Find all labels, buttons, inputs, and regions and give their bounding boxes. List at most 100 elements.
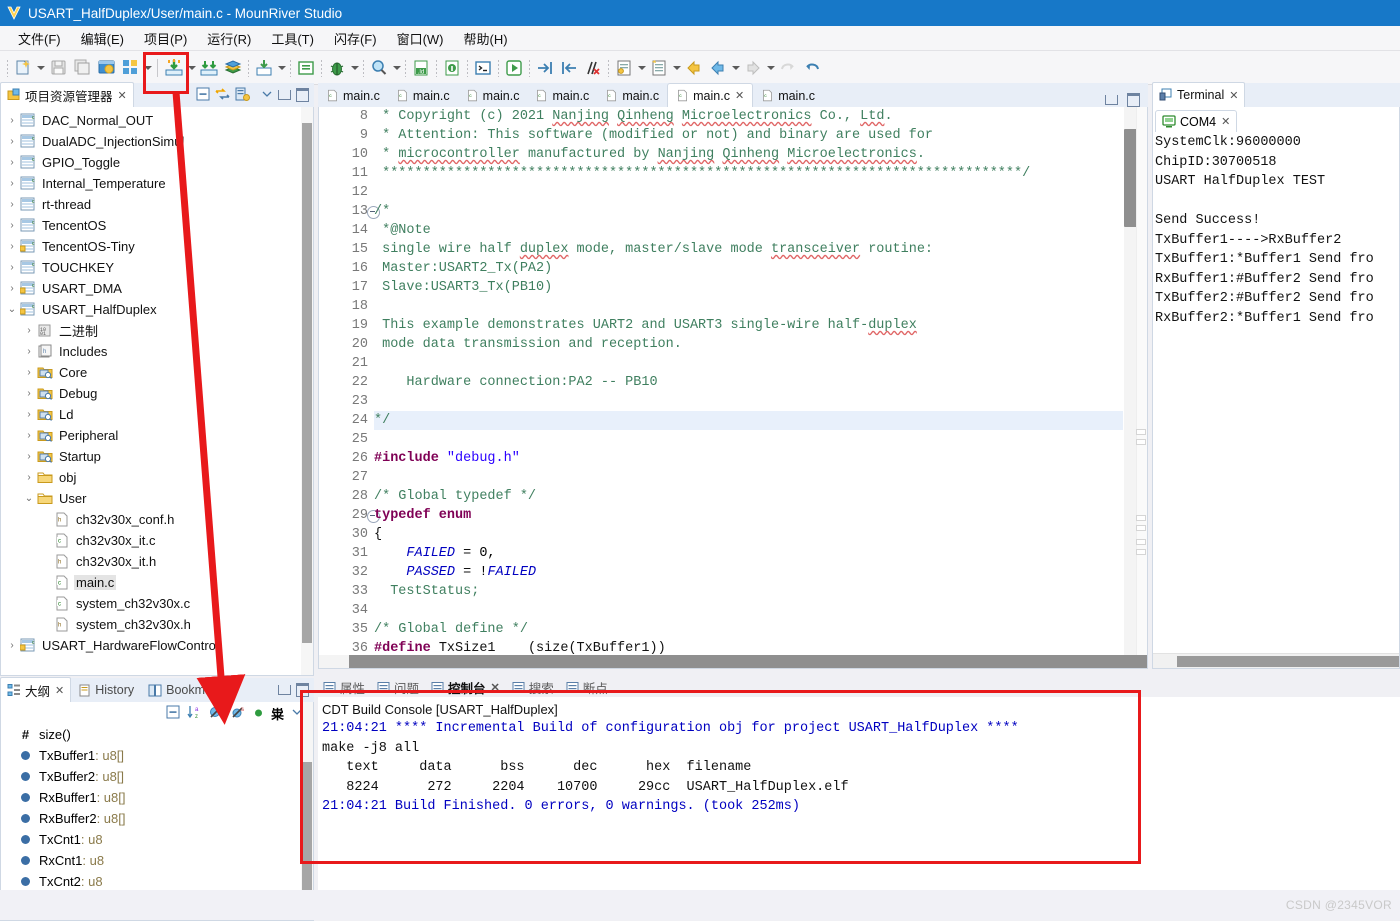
build-all-icon[interactable] [119,57,141,79]
outline-item[interactable]: TxCnt1 : u8 [1,829,313,850]
tree-item[interactable]: ⌄ c USART_HalfDuplex [1,299,313,320]
chevron-right-icon[interactable]: › [22,325,36,336]
tree-item[interactable]: › c DAC_Normal_OUT [1,110,313,131]
tree-item[interactable]: c main.c [1,572,313,593]
editor-tab[interactable]: c main.c [318,84,388,107]
chevron-down-icon[interactable]: ⌄ [22,493,36,504]
editor-code-area[interactable]: * Copyright (c) 2021 Nanjing Qinheng Mic… [374,107,1123,658]
back-yellow-icon[interactable] [683,57,705,79]
close-icon[interactable]: ✕ [118,89,127,102]
menu-run[interactable]: 运行(R) [197,27,261,50]
close-icon[interactable]: ✕ [55,684,64,697]
build-project-dropdown-icon[interactable] [186,57,197,79]
outline-scrollbar-thumb[interactable] [302,762,312,892]
build-project-button[interactable] [163,57,185,79]
toolbar-grip[interactable] [362,58,365,77]
run-icon[interactable] [503,57,525,79]
outline-item[interactable]: RxBuffer2 : u8[] [1,808,313,829]
tree-item[interactable]: › c Internal_Temperature [1,173,313,194]
hide-fields-icon[interactable] [209,705,224,722]
outline-item[interactable]: TxBuffer1 : u8[] [1,745,313,766]
terminal-icon[interactable] [472,57,494,79]
project-tree-scrollbar-track[interactable] [301,107,313,675]
jd-icon[interactable]: .ld [410,57,432,79]
tree-item[interactable]: › c TencentOS-Tiny [1,236,313,257]
outline-item[interactable]: TxCnt2 : u8 [1,871,313,892]
chevron-right-icon[interactable]: › [22,346,36,357]
menu-window[interactable]: 窗口(W) [387,27,454,50]
menu-file[interactable]: 文件(F) [8,27,71,50]
view-options-icon[interactable] [235,87,250,104]
toolbar-grip[interactable] [404,58,407,77]
chevron-right-icon[interactable]: › [22,430,36,441]
editor-overview-ruler[interactable] [1136,107,1147,668]
forward-dropdown-icon[interactable] [765,57,776,79]
outline-item[interactable]: # size() [1,724,313,745]
console-tab-inactive[interactable]: 搜索 [507,677,559,697]
tree-item[interactable]: › Debug [1,383,313,404]
menu-flash[interactable]: 闪存(F) [324,27,387,50]
tree-item[interactable]: › 10 01 二进制 [1,320,313,341]
tab-history[interactable]: History [71,677,141,702]
download-flash-icon[interactable] [253,57,275,79]
tree-item[interactable]: › c rt-thread [1,194,313,215]
chevron-right-icon[interactable]: › [22,388,36,399]
menu-tools[interactable]: 工具(T) [261,27,324,50]
menu-help[interactable]: 帮助(H) [454,27,518,50]
console-tab-active[interactable]: 控制台 ✕ [426,677,505,697]
minimize-icon[interactable] [278,90,291,100]
tree-item[interactable]: › c TOUCHKEY [1,257,313,278]
toolbar-grip[interactable] [607,58,610,77]
close-icon[interactable]: ✕ [1221,115,1230,128]
editor-tab-active[interactable]: c main.c ✕ [667,83,754,107]
toolbar-grip[interactable] [320,58,323,77]
books-icon[interactable] [222,57,244,79]
save-icon[interactable] [47,57,69,79]
filter-icon[interactable]: 粜 [271,704,284,723]
redo-icon[interactable] [801,57,823,79]
tab-terminal[interactable]: Terminal ✕ [1152,82,1246,107]
tree-item[interactable]: › Ld [1,404,313,425]
clear-marks-icon[interactable] [582,57,604,79]
close-icon[interactable]: ✕ [1229,89,1238,102]
bookmark-dropdown-icon[interactable] [636,57,647,79]
outline-item[interactable]: RxCnt1 : u8 [1,850,313,871]
close-icon[interactable]: ✕ [735,89,744,102]
search-icon[interactable] [368,57,390,79]
minimize-icon[interactable] [278,685,291,695]
console-tab-inactive[interactable]: 断点 [561,677,613,697]
tab-project-explorer[interactable]: 项目资源管理器 ✕ [0,82,134,107]
save-all-icon[interactable] [71,57,93,79]
filter-dot-icon[interactable] [253,706,264,721]
editor-tab[interactable]: c main.c [753,84,823,107]
toolbar-grip[interactable] [466,58,469,77]
task-icon[interactable] [648,57,670,79]
editor-tab[interactable]: c main.c [597,84,667,107]
chevron-right-icon[interactable]: › [5,283,19,294]
project-tree-scrollbar-thumb[interactable] [302,123,312,643]
menu-project[interactable]: 项目(P) [134,27,197,50]
editor-tab[interactable]: c main.c [527,84,597,107]
search-dropdown-icon[interactable] [391,57,402,79]
tree-item[interactable]: h system_ch32v30x.h [1,614,313,635]
tree-item[interactable]: › h Includes [1,341,313,362]
chevron-right-icon[interactable]: › [5,157,19,168]
toolbar-grip[interactable] [497,58,500,77]
new-file-icon[interactable] [12,57,34,79]
back-arrow-icon[interactable] [707,57,729,79]
editor-body[interactable]: 8 9 10 11 12 13 14 15 16 17 18 19 20 21 22 23 24 25 26 27 28… [318,107,1148,669]
terminal-horizontal-scrollbar-thumb[interactable] [1177,656,1399,667]
chevron-right-icon[interactable]: › [22,367,36,378]
chevron-right-icon[interactable]: › [5,136,19,147]
tree-item[interactable]: › c USART_DMA [1,278,313,299]
debug-dropdown-icon[interactable] [349,57,360,79]
tree-item[interactable]: › obj [1,467,313,488]
toolbar-grip[interactable] [289,58,292,77]
console-tab-inactive[interactable]: 属性 [318,677,370,697]
outline-scrollbar-track[interactable] [301,702,313,920]
tree-item[interactable]: › Startup [1,446,313,467]
outline-item[interactable]: RxBuffer1 : u8[] [1,787,313,808]
build-stack-icon[interactable] [198,57,220,79]
close-icon[interactable]: ✕ [491,681,500,694]
tab-outline[interactable]: 大纲 ✕ [0,677,72,702]
